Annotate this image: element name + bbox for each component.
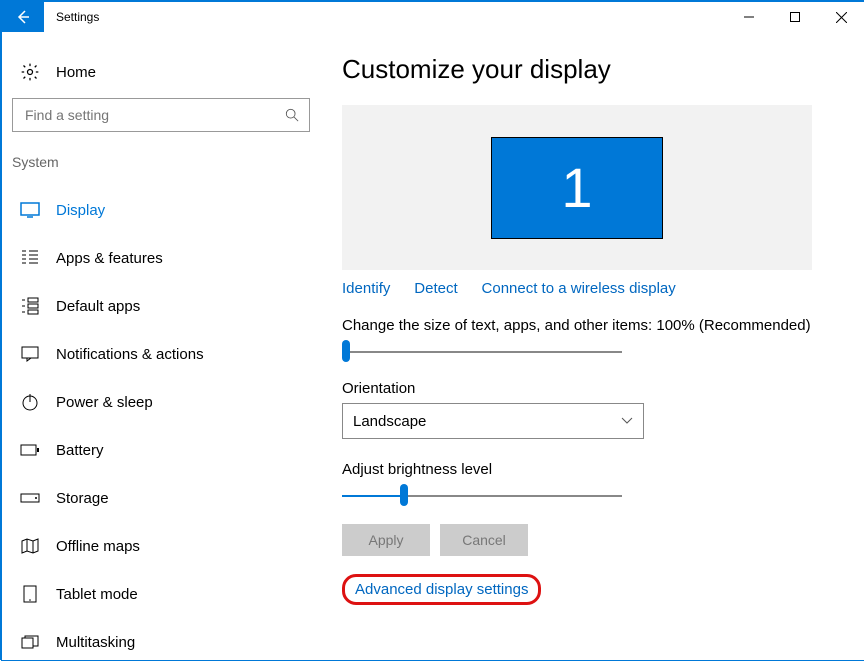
cancel-button[interactable]: Cancel (440, 524, 528, 556)
sidebar-item-multitasking[interactable]: Multitasking (2, 618, 320, 661)
apps-icon (20, 248, 40, 268)
home-label: Home (56, 64, 96, 81)
back-button[interactable] (2, 2, 44, 32)
sidebar-item-label: Tablet mode (56, 586, 138, 603)
slider-thumb[interactable] (342, 340, 350, 362)
sidebar-item-label: Storage (56, 490, 109, 507)
power-icon (20, 392, 40, 412)
sidebar-item-storage[interactable]: Storage (2, 474, 320, 522)
orientation-select[interactable]: Landscape (342, 403, 644, 439)
sidebar-item-display[interactable]: Display (2, 186, 320, 234)
close-button[interactable] (818, 2, 864, 32)
sidebar-item-offline-maps[interactable]: Offline maps (2, 522, 320, 570)
sidebar-item-label: Apps & features (56, 250, 163, 267)
chevron-down-icon (621, 417, 633, 425)
monitor-thumbnail[interactable]: 1 (491, 137, 663, 239)
sidebar-section-label: System (2, 150, 320, 186)
sidebar: Home System Display Apps & features (2, 32, 320, 660)
sidebar-item-apps-features[interactable]: Apps & features (2, 234, 320, 282)
display-actions: Identify Detect Connect to a wireless di… (342, 280, 834, 297)
scale-label: Change the size of text, apps, and other… (342, 317, 834, 334)
sidebar-item-home[interactable]: Home (2, 56, 320, 98)
slider-thumb[interactable] (400, 484, 408, 506)
battery-icon (20, 440, 40, 460)
sidebar-item-label: Offline maps (56, 538, 140, 555)
search-input[interactable] (12, 98, 310, 132)
apply-cancel-row: Apply Cancel (342, 524, 834, 556)
window-controls (726, 2, 864, 32)
tablet-icon (20, 584, 40, 604)
detect-link[interactable]: Detect (414, 280, 457, 297)
storage-icon (20, 488, 40, 508)
apply-button[interactable]: Apply (342, 524, 430, 556)
sidebar-item-notifications[interactable]: Notifications & actions (2, 330, 320, 378)
sidebar-item-battery[interactable]: Battery (2, 426, 320, 474)
brightness-label: Adjust brightness level (342, 461, 834, 478)
gear-icon (20, 62, 40, 82)
page-title: Customize your display (342, 54, 834, 85)
window-title: Settings (44, 2, 99, 32)
brightness-slider[interactable] (342, 484, 622, 506)
sidebar-item-label: Battery (56, 442, 104, 459)
scale-slider[interactable] (342, 340, 622, 362)
sidebar-item-tablet-mode[interactable]: Tablet mode (2, 570, 320, 618)
advanced-display-settings-link[interactable]: Advanced display settings (342, 574, 541, 605)
sidebar-item-label: Display (56, 202, 105, 219)
sidebar-item-label: Default apps (56, 298, 140, 315)
orientation-value: Landscape (353, 413, 426, 430)
identify-link[interactable]: Identify (342, 280, 390, 297)
search-field[interactable] (23, 106, 285, 124)
sidebar-item-label: Power & sleep (56, 394, 153, 411)
sidebar-item-default-apps[interactable]: Default apps (2, 282, 320, 330)
display-preview: 1 (342, 105, 812, 270)
sidebar-item-power-sleep[interactable]: Power & sleep (2, 378, 320, 426)
notifications-icon (20, 344, 40, 364)
default-apps-icon (20, 296, 40, 316)
maximize-button[interactable] (772, 2, 818, 32)
sidebar-item-label: Multitasking (56, 634, 135, 651)
minimize-button[interactable] (726, 2, 772, 32)
orientation-label: Orientation (342, 380, 834, 397)
sidebar-item-label: Notifications & actions (56, 346, 204, 363)
title-bar: Settings (2, 2, 864, 32)
wireless-display-link[interactable]: Connect to a wireless display (482, 280, 676, 297)
main-panel: Customize your display 1 Identify Detect… (320, 32, 864, 660)
display-icon (20, 200, 40, 220)
monitor-number: 1 (561, 155, 592, 220)
map-icon (20, 536, 40, 556)
search-icon (285, 108, 299, 122)
multitasking-icon (20, 632, 40, 652)
